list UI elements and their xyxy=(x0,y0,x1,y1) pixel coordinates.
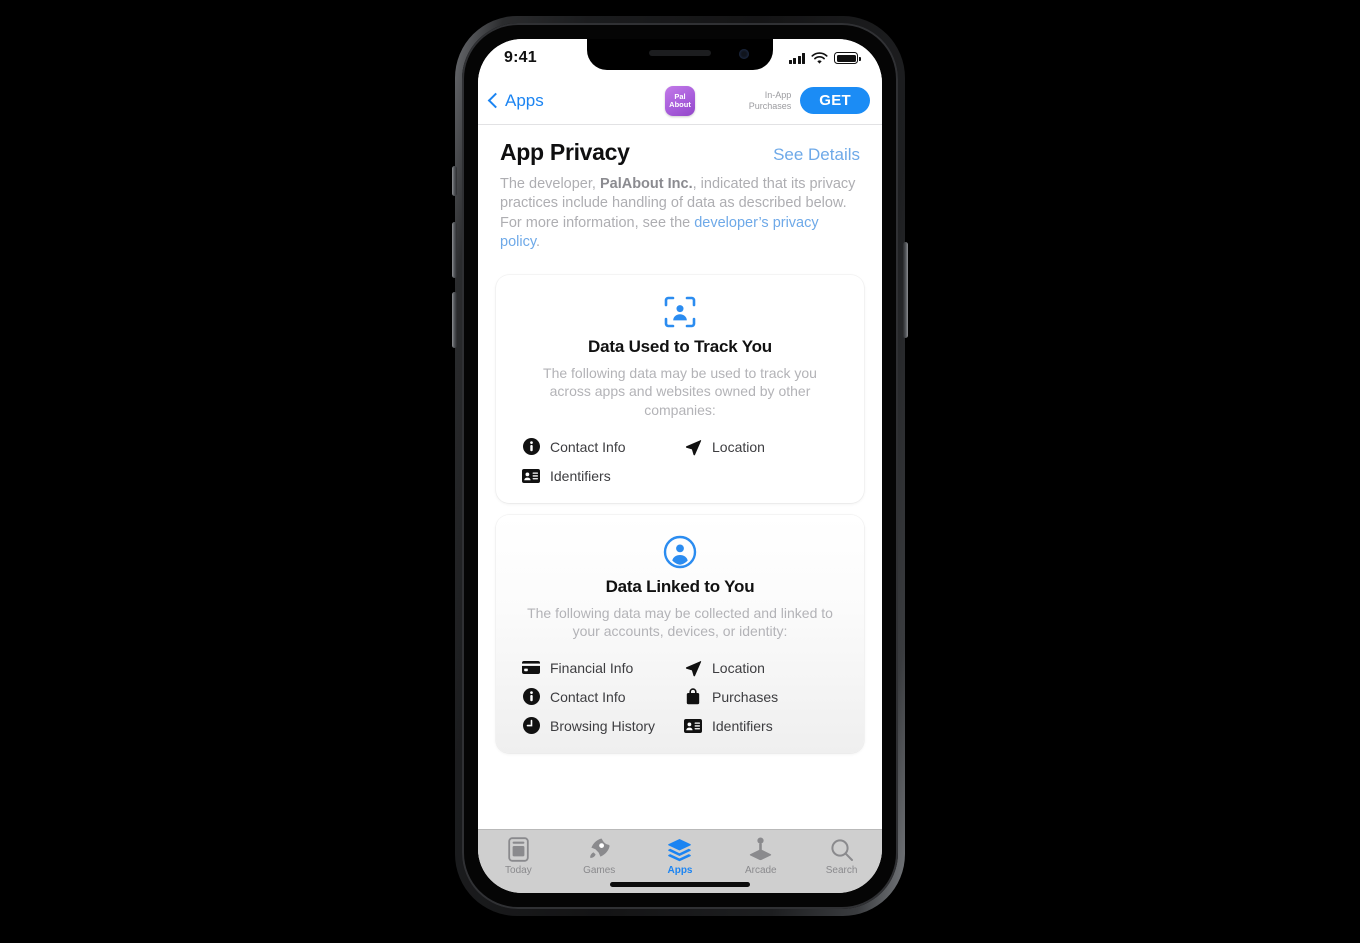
app-icon-line2: About xyxy=(669,99,691,109)
data-type-label: Financial Info xyxy=(550,659,634,676)
wifi-icon xyxy=(811,51,828,64)
person-in-viewfinder-icon xyxy=(512,295,848,329)
data-type-contact-info: Contact Info xyxy=(522,438,676,456)
data-type-financial-info: Financial Info xyxy=(522,659,676,677)
data-type-browsing-history: Browsing History xyxy=(522,717,676,735)
joystick-icon xyxy=(748,837,773,862)
data-used-to-track-card: Data Used to Track You The following dat… xyxy=(496,274,864,503)
app-icon[interactable]: Pal About xyxy=(665,85,695,116)
data-type-location: Location xyxy=(684,438,838,456)
in-app-purchases-label: In-App Purchases xyxy=(749,90,792,111)
front-camera-icon xyxy=(739,49,749,59)
location-arrow-icon xyxy=(684,438,702,456)
card-subtitle: The following data may be collected and … xyxy=(527,604,833,640)
data-type-purchases: Purchases xyxy=(684,688,838,706)
data-type-label: Browsing History xyxy=(550,717,656,734)
info-circle-icon xyxy=(522,438,540,456)
tab-today[interactable]: Today xyxy=(485,837,551,876)
info-circle-icon xyxy=(522,688,540,706)
credit-card-icon xyxy=(522,659,540,677)
tab-label: Apps xyxy=(667,865,693,876)
today-icon xyxy=(508,837,529,862)
page-title: App Privacy xyxy=(500,139,630,165)
screenshot-stage: 9:41 Apps Pal About In-App Purchases GET… xyxy=(0,0,1360,943)
section-header: App Privacy See Details xyxy=(478,125,882,166)
data-type-label: Location xyxy=(712,438,765,455)
blurb-developer-name: PalAbout Inc. xyxy=(599,176,693,192)
data-type-grid: Contact Info Location Identifiers xyxy=(512,438,848,485)
data-linked-to-you-card: Data Linked to You The following data ma… xyxy=(496,514,864,753)
data-type-label: Purchases xyxy=(712,688,779,705)
display-notch xyxy=(587,39,773,70)
power-button[interactable] xyxy=(903,242,908,338)
tab-label: Search xyxy=(825,865,858,876)
back-button[interactable]: Apps xyxy=(486,89,548,113)
data-type-label: Contact Info xyxy=(550,438,626,455)
volume-down-button[interactable] xyxy=(452,292,457,348)
volume-up-button[interactable] xyxy=(452,222,457,278)
data-type-label: Location xyxy=(712,659,765,676)
status-time: 9:41 xyxy=(504,49,537,66)
chevron-left-icon xyxy=(487,92,504,109)
shopping-bag-icon xyxy=(684,688,702,706)
get-button[interactable]: GET xyxy=(800,87,870,114)
iap-line1: In-App xyxy=(764,90,792,101)
status-indicators xyxy=(788,51,861,65)
tab-label: Arcade xyxy=(744,865,777,876)
back-button-label: Apps xyxy=(505,90,544,110)
contact-card-icon xyxy=(684,717,702,735)
card-title: Data Linked to You xyxy=(605,576,755,596)
data-type-label: Identifiers xyxy=(712,717,773,734)
cellular-bars-icon xyxy=(788,52,805,64)
contact-card-icon xyxy=(522,467,540,485)
device-bezel: 9:41 Apps Pal About In-App Purchases GET… xyxy=(462,23,898,909)
tab-label: Today xyxy=(505,865,532,876)
tab-search[interactable]: Search xyxy=(809,837,875,876)
location-arrow-icon xyxy=(684,659,702,677)
tab-bar: Today Games Apps Arcade Search xyxy=(478,829,882,893)
data-type-label: Contact Info xyxy=(550,688,626,705)
privacy-cards: Data Used to Track You The following dat… xyxy=(478,253,882,753)
blurb-end: . xyxy=(536,234,541,251)
app-privacy-content: App Privacy See Details The developer, P… xyxy=(478,125,882,829)
data-type-contact-info: Contact Info xyxy=(522,688,676,706)
see-details-link[interactable]: See Details xyxy=(773,145,860,165)
search-icon xyxy=(830,837,854,862)
tab-apps[interactable]: Apps xyxy=(647,837,713,876)
tab-arcade[interactable]: Arcade xyxy=(728,837,794,876)
layers-icon xyxy=(667,837,692,862)
data-type-grid: Financial Info Location Contact Info Pur… xyxy=(512,659,848,735)
card-subtitle: The following data may be used to track … xyxy=(543,364,817,418)
clock-icon xyxy=(522,717,540,735)
rocket-icon xyxy=(588,837,611,862)
data-type-label: Identifiers xyxy=(550,467,611,484)
tab-label: Games xyxy=(583,865,616,876)
home-indicator[interactable] xyxy=(610,882,750,887)
mute-switch-button[interactable] xyxy=(452,166,457,196)
iap-line2: Purchases xyxy=(748,100,792,111)
data-type-identifiers: Identifiers xyxy=(684,717,838,735)
device-screen: 9:41 Apps Pal About In-App Purchases GET… xyxy=(478,39,882,893)
privacy-blurb: The developer, PalAbout Inc., indicated … xyxy=(478,166,882,253)
card-title: Data Used to Track You xyxy=(588,336,772,356)
battery-full-icon xyxy=(834,52,861,64)
data-type-identifiers: Identifiers xyxy=(522,467,676,485)
iphone-device: 9:41 Apps Pal About In-App Purchases GET… xyxy=(452,16,908,916)
navigation-bar: Apps Pal About In-App Purchases GET xyxy=(478,77,882,125)
tab-games[interactable]: Games xyxy=(566,837,632,876)
data-type-location: Location xyxy=(684,659,838,677)
person-circle-icon xyxy=(512,535,848,569)
earpiece-speaker-icon xyxy=(649,50,711,56)
blurb-part1: The developer, xyxy=(500,176,600,192)
